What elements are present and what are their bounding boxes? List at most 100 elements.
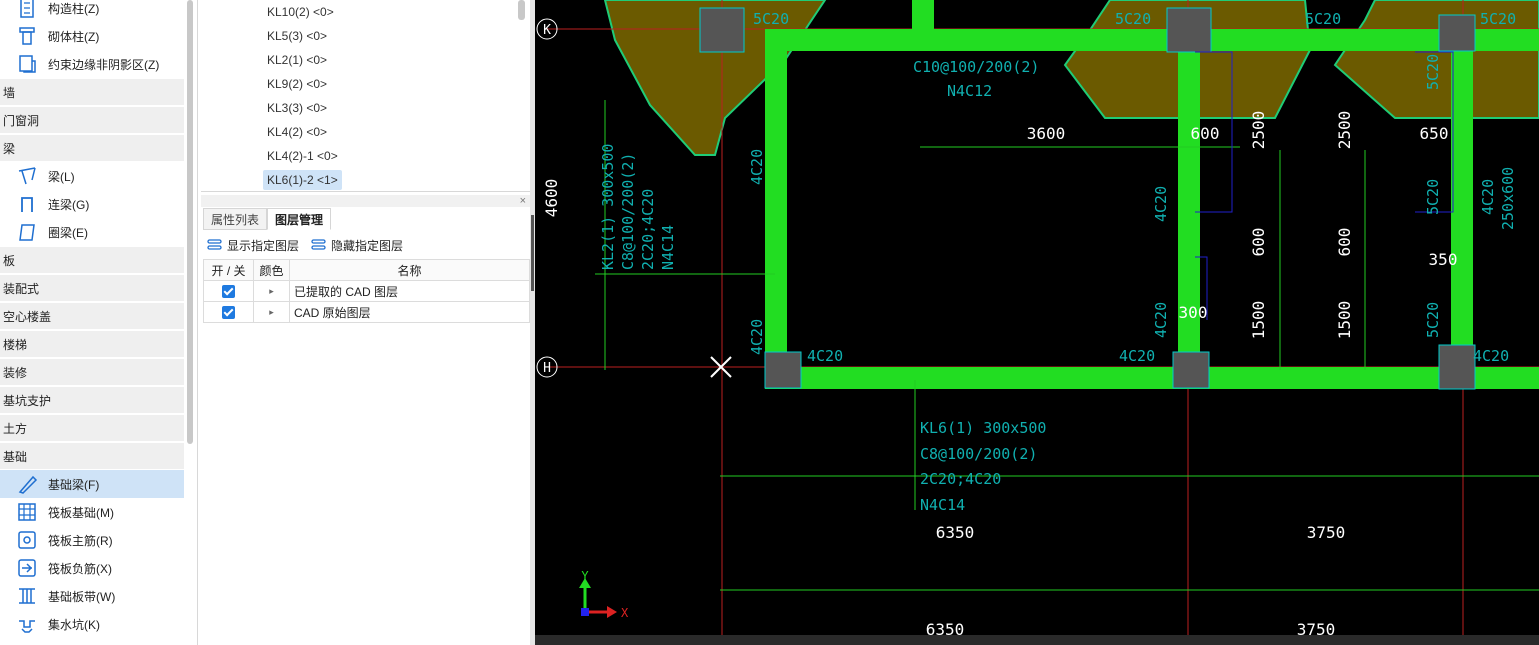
rebar-label: 4C20 [1152, 302, 1170, 338]
tree-item[interactable]: 基础板带(W) [0, 582, 184, 610]
show-layers-button[interactable]: 显示指定图层 [207, 237, 299, 254]
cad-drawing[interactable]: K H 4600 3600 600 650 2500 2500 600 600 … [535, 0, 1539, 645]
expand-arrow-icon[interactable]: ▸ [253, 280, 290, 302]
tree-item[interactable]: 约束边缘非阴影区(Z) [0, 50, 184, 78]
tree-label: 梁(L) [48, 169, 75, 184]
tree-item[interactable]: 梁(L) [0, 162, 184, 190]
tree-item[interactable]: 砌体柱(Z) [0, 22, 184, 50]
layer-checkbox[interactable] [222, 285, 235, 299]
tree-label: 土方 [3, 421, 28, 436]
ucs-x-label: X [621, 606, 629, 620]
tree-category[interactable]: 装配式 [0, 275, 184, 301]
splitter-grip[interactable] [531, 215, 534, 291]
rebar-label: 5C20 [1305, 10, 1341, 28]
list-item[interactable]: KL3(3) <0> [263, 98, 331, 118]
tree-category[interactable]: 基础 [0, 443, 184, 469]
beam-shape [765, 29, 787, 389]
tab-property-list[interactable]: 属性列表 [203, 208, 268, 230]
column-header-name: 名称 [289, 259, 530, 281]
tree-label: 装配式 [3, 281, 40, 296]
panel-divider [201, 195, 530, 207]
tree-label: 圈梁(E) [48, 225, 88, 240]
tree-item[interactable]: 筏板负筋(X) [0, 554, 184, 582]
dim-text: 3600 [1027, 124, 1066, 143]
layer-name: CAD 原始图层 [289, 301, 530, 323]
masonry-column-icon [16, 25, 38, 47]
expand-arrow-icon[interactable]: ▸ [253, 301, 290, 323]
dim-text: 4600 [542, 179, 561, 218]
tree-category[interactable]: 空心楼盖 [0, 303, 184, 329]
list-item[interactable]: KL9(2) <0> [263, 74, 331, 94]
column-shape [1172, 351, 1210, 389]
rebar-label: 2C20;4C20 [639, 189, 657, 270]
cad-canvas[interactable]: K H 4600 3600 600 650 2500 2500 600 600 … [535, 0, 1539, 645]
tab-layer-management[interactable]: 图层管理 [267, 208, 332, 230]
dim-text: 650 [1420, 124, 1449, 143]
tree-label: 板 [3, 253, 16, 268]
close-icon[interactable]: × [520, 195, 526, 207]
list-scrollbar-thumb[interactable] [518, 0, 525, 20]
tree-category[interactable]: 板 [0, 247, 184, 273]
layer-name: 已提取的 CAD 图层 [289, 280, 530, 302]
tree-category[interactable]: 门窗洞 [0, 107, 184, 133]
dim-text: 1500 [1335, 301, 1354, 340]
tree-item[interactable]: 圈梁(E) [0, 218, 184, 246]
layers-show-icon [207, 239, 222, 250]
tree-item[interactable]: 筏板主筋(R) [0, 526, 184, 554]
rebar-label: 5C20 [1424, 179, 1442, 215]
rebar-label: 5C20 [753, 10, 789, 28]
tree-item[interactable]: 构造柱(Z) [0, 0, 184, 22]
sump-pit-icon [16, 613, 38, 635]
tree-label: 基坑支护 [3, 393, 52, 408]
tree-category[interactable]: 梁 [0, 135, 184, 161]
tree-category[interactable]: 楼梯 [0, 331, 184, 357]
tree-item[interactable]: 筏板基础(M) [0, 498, 184, 526]
rebar-label: 2C20;4C20 [920, 470, 1001, 488]
tree-label: 装修 [3, 365, 28, 380]
table-row[interactable]: ▸ CAD 原始图层 [203, 301, 530, 323]
list-item[interactable]: KL10(2) <0> [263, 2, 338, 22]
tree-category[interactable]: 土方 [0, 415, 184, 441]
ucs-y-label: Y [581, 569, 589, 583]
dim-text: 3750 [1307, 523, 1346, 542]
layers-hide-icon [311, 239, 326, 250]
list-item-selected[interactable]: KL6(1)-2 <1> [263, 170, 342, 190]
tree-label: 梁 [3, 141, 16, 156]
dim-text: 600 [1191, 124, 1220, 143]
tree-category[interactable]: 墙 [0, 79, 184, 105]
list-item[interactable]: KL4(2)-1 <0> [263, 146, 342, 166]
rebar-label: 5C20 [1480, 10, 1516, 28]
layer-table: 开 / 关 颜色 名称 ▸ 已提取的 CAD 图层 ▸ CAD 原始图层 [203, 259, 530, 323]
tree-label: 约束边缘非阴影区(Z) [48, 57, 160, 72]
rebar-label: 250x600 [1499, 167, 1517, 230]
list-item[interactable]: KL4(2) <0> [263, 122, 331, 142]
rebar-label: N4C14 [920, 496, 965, 514]
tree-label: 筏板基础(M) [48, 505, 114, 520]
hide-layers-button[interactable]: 隐藏指定图层 [311, 237, 403, 254]
list-item[interactable]: KL2(1) <0> [263, 50, 331, 70]
tree-category[interactable]: 基坑支护 [0, 387, 184, 413]
tree-label: 筏板负筋(X) [48, 561, 112, 576]
layer-toolbar: 显示指定图层 隐藏指定图层 [207, 235, 403, 255]
column-header-toggle: 开 / 关 [203, 259, 254, 281]
tree-label: 砌体柱(Z) [48, 29, 100, 44]
tree-label: 筏板主筋(R) [48, 533, 113, 548]
tree-label: 墙 [3, 85, 16, 100]
rebar-label: N4C12 [947, 82, 992, 100]
rebar-label: KL2(1) 300x500 [599, 144, 617, 270]
tree-item-selected[interactable]: 基础梁(F) [0, 470, 184, 498]
list-item[interactable]: KL5(3) <0> [263, 26, 331, 46]
rebar-label: 5C20 [1424, 54, 1442, 90]
show-layers-label: 显示指定图层 [227, 238, 300, 253]
hide-layers-label: 隐藏指定图层 [331, 238, 404, 253]
tree-scrollbar-thumb[interactable] [187, 0, 193, 444]
column-shape [1166, 7, 1212, 53]
layer-checkbox[interactable] [222, 306, 235, 320]
middle-panel: KL10(2) <0> KL5(3) <0> KL2(1) <0> KL9(2)… [201, 0, 530, 645]
beam-shape [912, 0, 934, 51]
tree-item[interactable]: 连梁(G) [0, 190, 184, 218]
tree-label: 基础板带(W) [48, 589, 116, 604]
tree-item[interactable]: 集水坑(K) [0, 610, 184, 638]
table-row[interactable]: ▸ 已提取的 CAD 图层 [203, 280, 530, 302]
tree-category[interactable]: 装修 [0, 359, 184, 385]
